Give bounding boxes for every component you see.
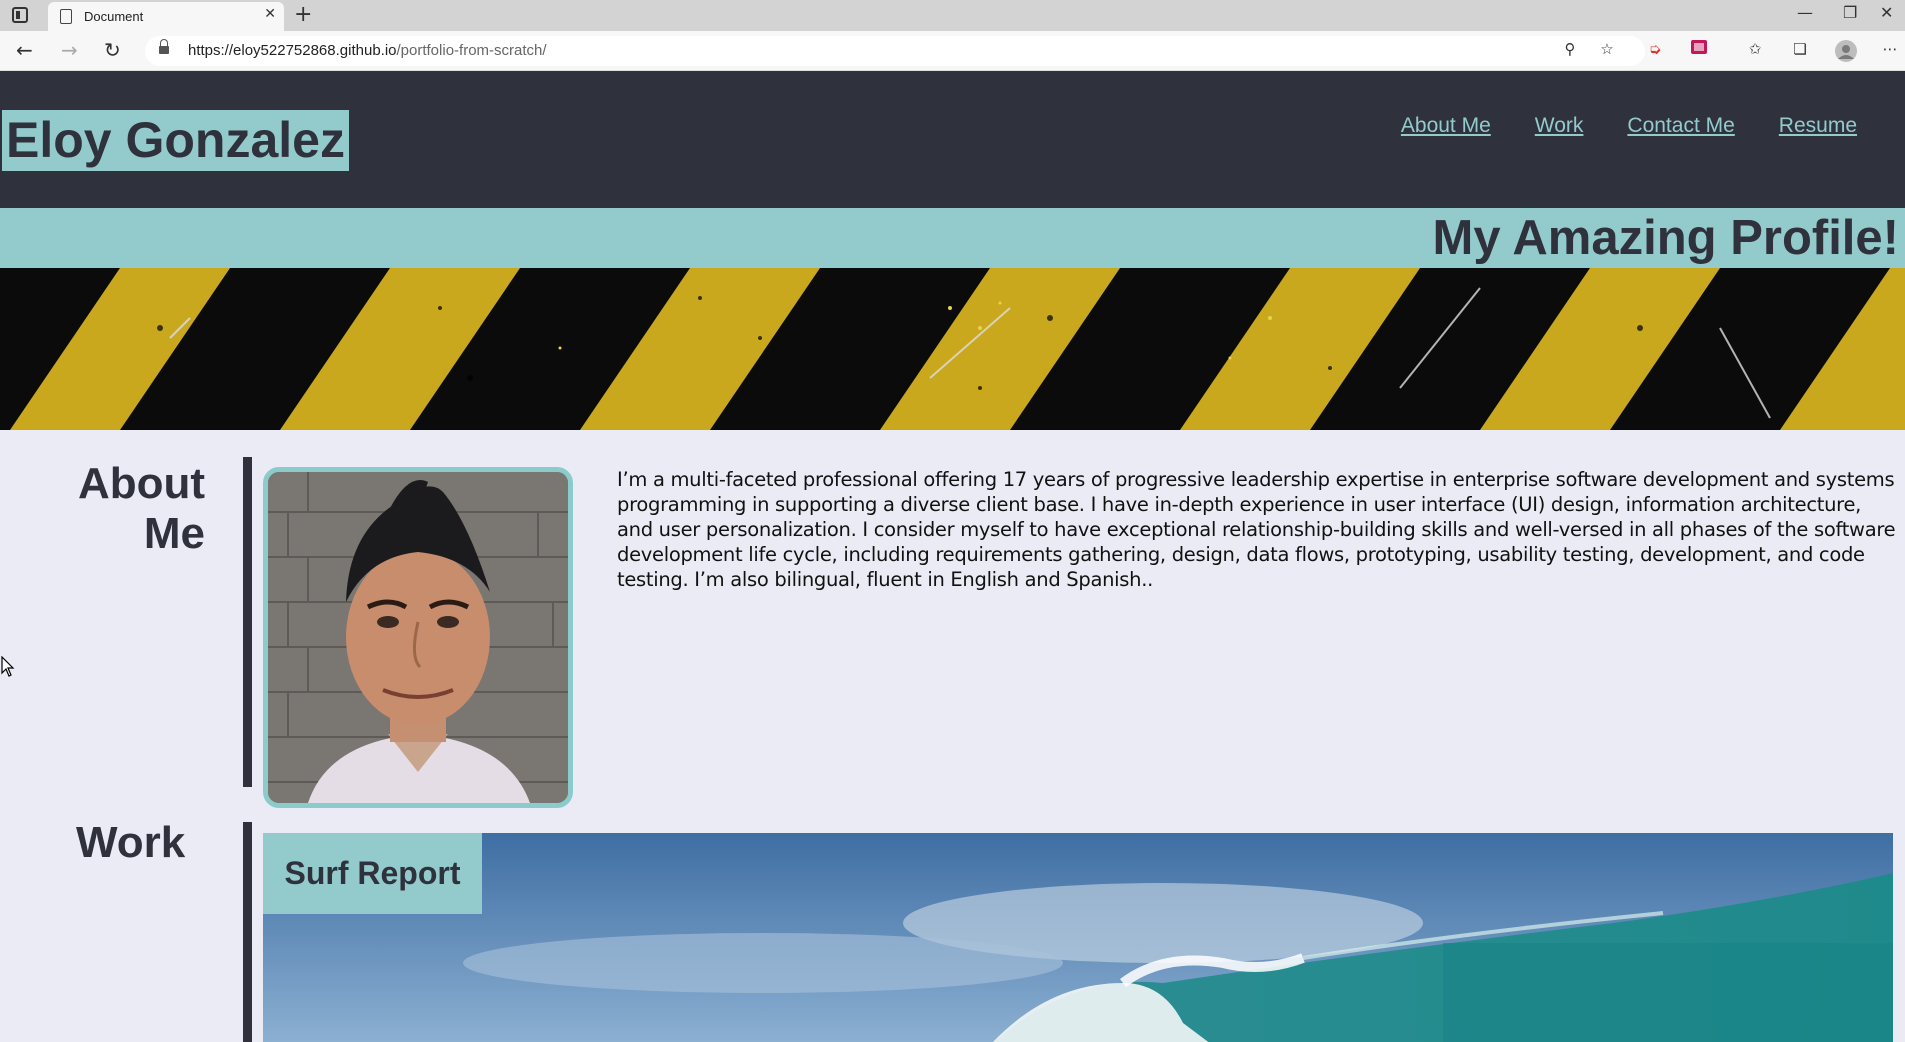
site-nav: About Me Work Contact Me Resume xyxy=(1401,114,1857,138)
surf-report-image xyxy=(263,833,1893,1042)
profile-icon[interactable] xyxy=(1835,40,1857,62)
extension-icon[interactable]: ➭ xyxy=(1646,40,1664,58)
nav-link-work[interactable]: Work xyxy=(1535,114,1584,138)
favorites-icon[interactable]: ✩ xyxy=(1746,40,1764,58)
work-card-surf-report[interactable]: Surf Report xyxy=(263,833,1893,1042)
profile-photo xyxy=(263,467,573,808)
nav-link-contact-me[interactable]: Contact Me xyxy=(1627,114,1734,138)
close-icon[interactable]: ✕ xyxy=(264,6,276,22)
address-bar: ← → ↻ https://eloy522752868.github.io/po… xyxy=(0,31,1905,71)
hero-band: My Amazing Profile! xyxy=(0,208,1905,268)
refresh-icon[interactable]: ↻ xyxy=(104,39,121,61)
nav-link-resume[interactable]: Resume xyxy=(1779,114,1857,138)
more-icon[interactable]: ⋯ xyxy=(1881,40,1899,58)
nav-link-about-me[interactable]: About Me xyxy=(1401,114,1491,138)
coupon-icon[interactable] xyxy=(1690,40,1708,58)
site-name: Eloy Gonzalez xyxy=(2,110,349,171)
site-header: Eloy Gonzalez About Me Work Contact Me R… xyxy=(0,71,1905,208)
work-card-title: Surf Report xyxy=(263,833,482,914)
lock-icon xyxy=(159,39,169,56)
work-divider xyxy=(243,822,252,1042)
minimize-icon[interactable]: — xyxy=(1797,3,1813,22)
forward-icon[interactable]: → xyxy=(61,39,78,61)
page-icon xyxy=(60,9,72,24)
browser-tab-bar: Document ✕ + — ❐ ✕ xyxy=(0,0,1905,31)
back-icon[interactable]: ← xyxy=(16,39,33,61)
about-divider xyxy=(243,457,252,787)
work-heading: Work xyxy=(76,818,186,867)
browser-tab[interactable]: Document ✕ xyxy=(48,2,284,31)
tab-actions-icon[interactable] xyxy=(12,7,28,23)
plus-icon[interactable]: + xyxy=(294,2,312,28)
restore-icon[interactable]: ❐ xyxy=(1843,3,1857,22)
url-text: https://eloy522752868.github.io/portfoli… xyxy=(188,42,547,59)
favorite-add-icon[interactable]: ☆ xyxy=(1598,40,1616,58)
about-heading: About Me xyxy=(77,459,205,558)
tab-title: Document xyxy=(84,9,144,24)
window-close-icon[interactable]: ✕ xyxy=(1880,3,1893,22)
collections-icon[interactable]: ❏ xyxy=(1791,40,1809,58)
page-viewport: Eloy Gonzalez About Me Work Contact Me R… xyxy=(0,71,1905,1042)
zoom-icon[interactable]: ⚲ xyxy=(1561,40,1579,58)
url-field[interactable]: https://eloy522752868.github.io/portfoli… xyxy=(145,36,1645,66)
about-text: I’m a multi-faceted professional offerin… xyxy=(617,468,1896,591)
hero-image xyxy=(0,268,1905,430)
mouse-cursor-icon xyxy=(1,656,15,677)
hero-title: My Amazing Profile! xyxy=(1432,211,1899,265)
